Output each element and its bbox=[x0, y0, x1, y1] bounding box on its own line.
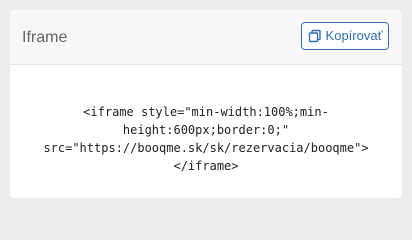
copy-button[interactable]: Kopírovať bbox=[301, 22, 389, 50]
card-header: Iframe Kopírovať bbox=[10, 10, 402, 65]
iframe-embed-card: Iframe Kopírovať <iframe style="min-widt… bbox=[10, 10, 402, 198]
card-title: Iframe bbox=[22, 29, 68, 46]
card-body: <iframe style="min-width:100%;min- heigh… bbox=[10, 65, 402, 198]
copy-icon bbox=[308, 29, 322, 43]
iframe-code-snippet: <iframe style="min-width:100%;min- heigh… bbox=[43, 105, 369, 173]
copy-button-label: Kopírovať bbox=[325, 28, 383, 43]
